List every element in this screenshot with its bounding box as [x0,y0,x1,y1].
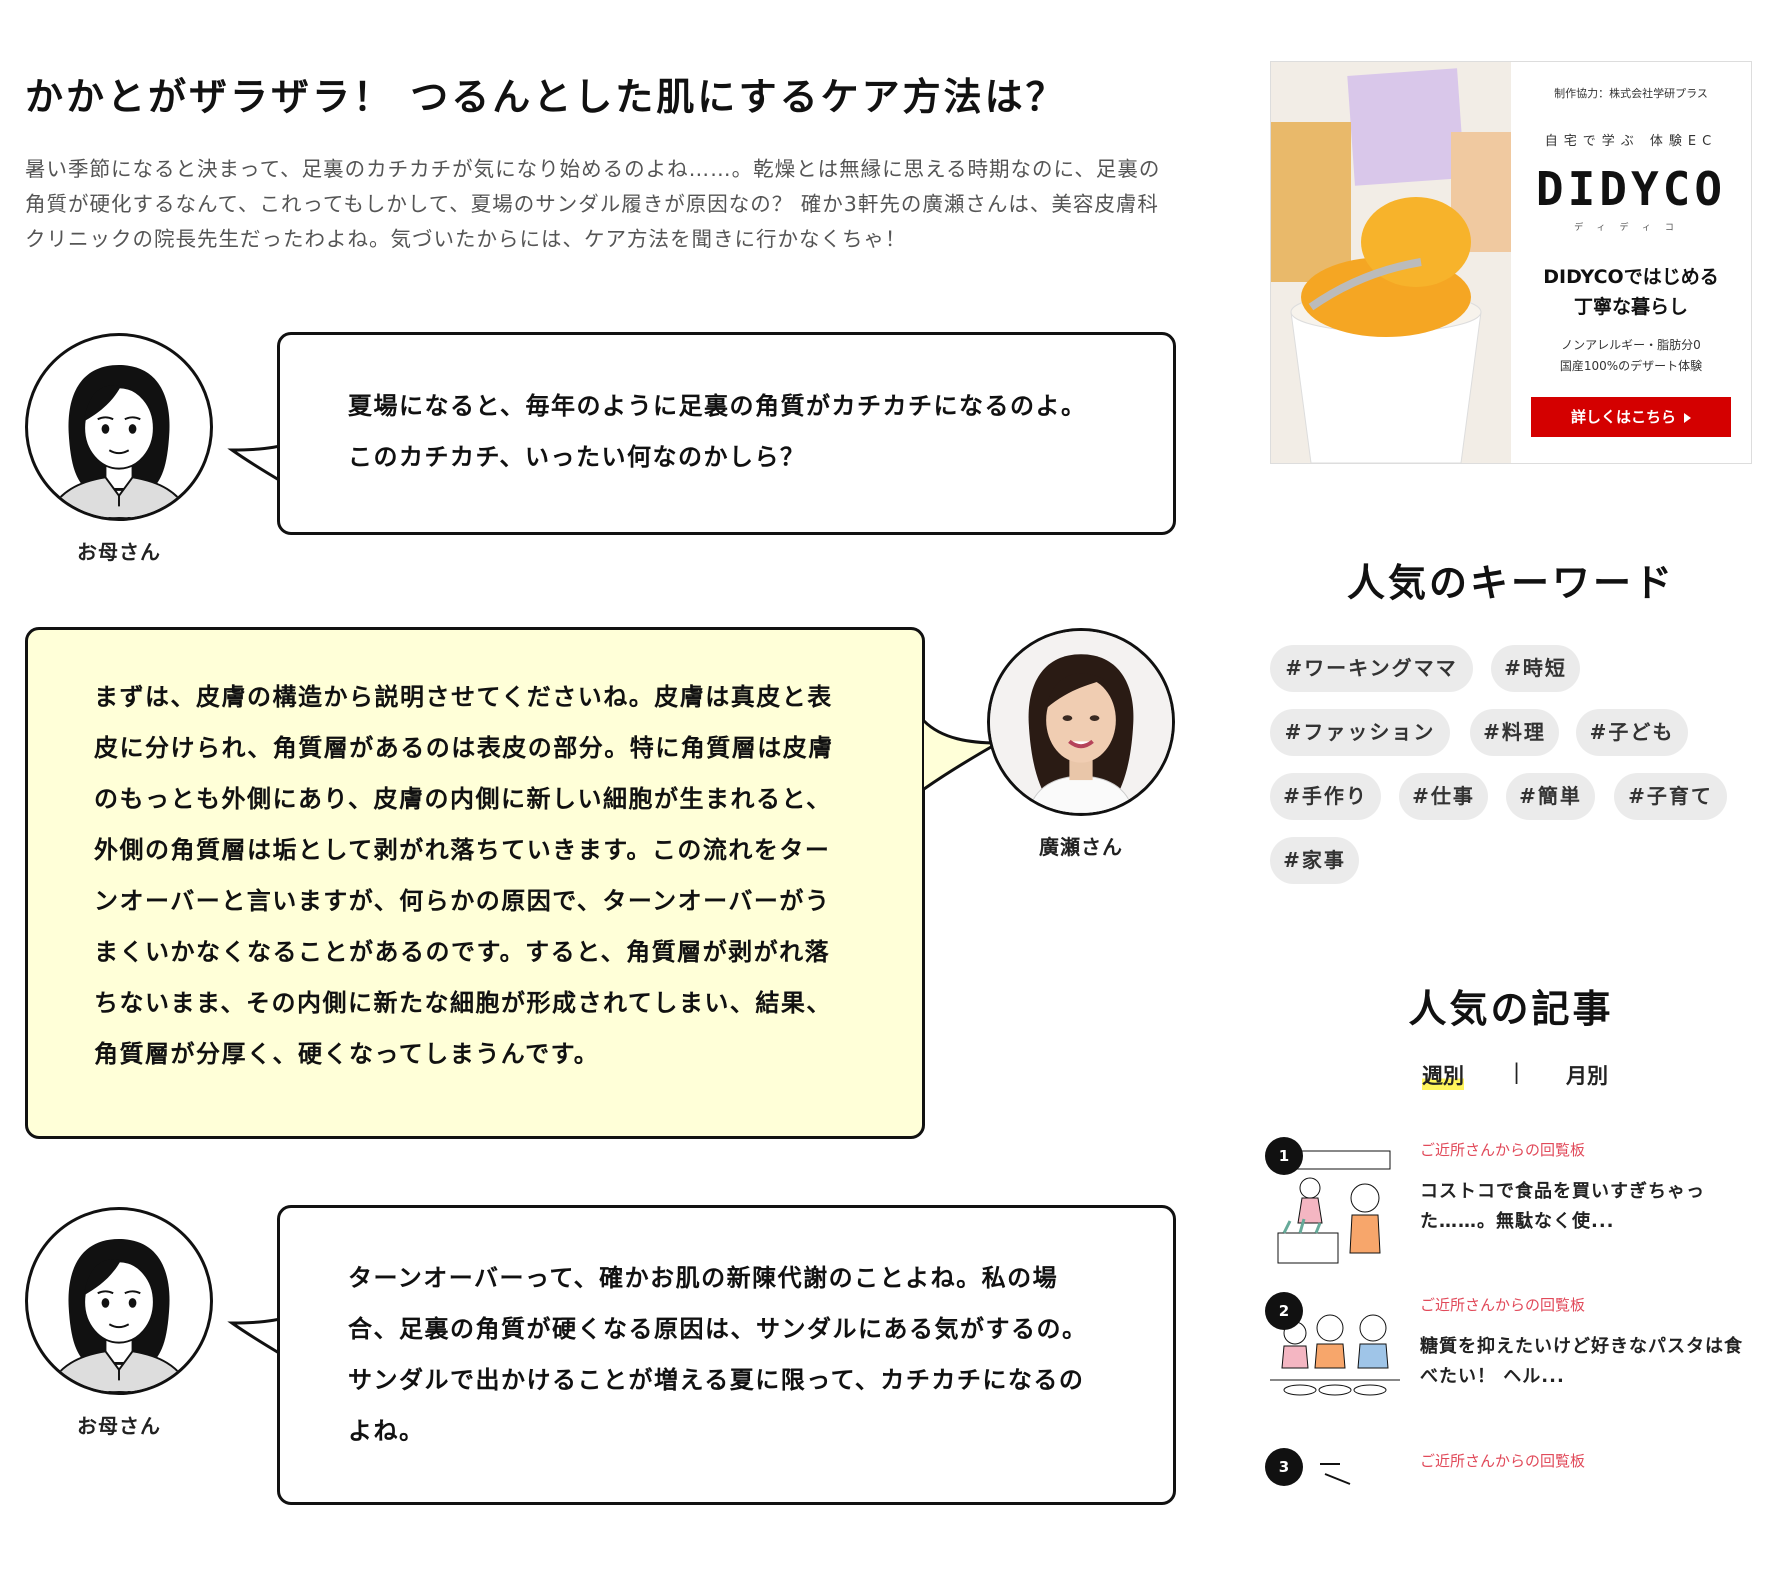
tab-separator: | [1513,1060,1521,1084]
article-category: ご近所さんからの回覧板 [1420,1141,1586,1159]
hirose-photo-icon [990,631,1172,813]
article-title-link[interactable]: コストコで食品を買いすぎちゃった……。無駄なく使... [1420,1177,1750,1237]
article-title-link[interactable]: 糖質を抑えたいけど好きなパスタは食べたい！ ヘル... [1420,1332,1750,1392]
keyword-tag[interactable]: #手作り [1270,773,1381,820]
play-arrow-icon [1684,412,1691,423]
speech-bubble: 夏場になると、毎年のように足裏の角質がカチカチになるのよ。 このカチカチ、いった… [277,332,1176,535]
keyword-tag[interactable]: #料理 [1470,709,1559,756]
rank-badge: 3 [1265,1448,1303,1486]
keyword-tag[interactable]: #時短 [1491,645,1580,692]
dialog-line: ちないまま、その内側に新たな細胞が形成されてしまい、結果、 [94,989,832,1017]
ranking-item[interactable]: 3 ご近所さんからの回覧板 [1265,1448,1752,1582]
ad-dessert-photo [1271,62,1511,463]
ranking-tabs: 週別 | 月別 [1270,1060,1752,1100]
dialog-line: 角質層が分厚く、硬くなってしまうんです。 [94,1040,600,1068]
article-category: ご近所さんからの回覧板 [1420,1452,1586,1470]
speaker-name: 廣瀬さん [1039,835,1123,859]
rank-badge: 2 [1265,1292,1303,1330]
keyword-tag[interactable]: #家事 [1270,837,1359,884]
article-category: ご近所さんからの回覧板 [1420,1296,1586,1314]
tab-weekly[interactable]: 週別 [1422,1060,1464,1090]
mother-avatar [25,333,213,521]
dialog-line: 夏場になると、毎年のように足裏の角質がカチカチになるのよ。 [348,392,1087,420]
dialog-line: まくいかなくなることがあるのです。すると、角質層が剥がれ落 [94,938,831,966]
keyword-tag[interactable]: #ワーキングママ [1270,645,1473,692]
ranking-item[interactable]: 1 ご近所さんからの回覧板 コストコで食品を買いすぎちゃった……。無駄なく使..… [1265,1137,1752,1283]
ad-description: ノンアレルギー・脂肪分0 国産100%のデザート体験 [1559,338,1703,373]
keywords-title: 人気のキーワード [1346,561,1675,605]
ad-headline: DIDYCOではじめる 丁寧な暮らし [1543,266,1719,318]
ranking-item[interactable]: 2 ご近所さんからの回覧板 糖質を抑えたいけど好きなパスタは食べたい！ ヘル..… [1265,1292,1752,1438]
ad-details-button[interactable]: 詳しくはこちら [1531,397,1731,437]
ad-logo: DIDYCO [1535,162,1727,216]
dialog-line: ターンオーバーって、確かお肌の新陳代謝のことよね。私の場 [348,1264,1059,1292]
popular-title: 人気の記事 [1408,987,1614,1031]
rank-badge: 1 [1265,1137,1303,1175]
dialog-line: のもっとも外側にあり、皮膚の内側に新しい細胞が生まれると、 [94,785,832,813]
speech-bubble: まずは、皮膚の構造から説明させてくださいね。皮膚は真皮と表 皮に分けられ、角質層… [25,627,925,1139]
ad-banner[interactable]: 制作協力：株式会社学研プラス 自宅で学ぶ 体験EC DIDYCO ディディコ D… [1270,61,1752,464]
dialog-line: サンダルで出かけることが増える夏に限って、カチカチになるの [348,1366,1085,1394]
ad-tagline: 自宅で学ぶ 体験EC [1544,134,1718,149]
speaker-name: お母さん [77,1414,161,1438]
keyword-tag[interactable]: #子ども [1576,709,1688,756]
keyword-tag[interactable]: #ファッション [1270,709,1450,756]
ad-credit: 制作協力：株式会社学研プラス [1554,87,1708,100]
dialog-line: まずは、皮膚の構造から説明させてくださいね。皮膚は真皮と表 [94,683,833,711]
dialog-line: このカチカチ、いったい何なのかしら？ [348,443,806,471]
dialog-line: ンオーバーと言いますが、何らかの原因で、ターンオーバーがう [94,887,831,915]
speech-bubble: ターンオーバーって、確かお肌の新陳代謝のことよね。私の場 合、足裏の角質が硬くな… [277,1205,1176,1505]
mother-illustration-icon [46,1239,192,1392]
keyword-tag[interactable]: #簡単 [1506,773,1595,820]
dialog-line: よね。 [348,1417,425,1445]
ad-logo-reading: ディディコ [1574,223,1688,233]
dialog-line: 皮に分けられ、角質層があるのは表皮の部分。特に角質層は皮膚 [94,734,834,762]
hirose-avatar [987,628,1175,816]
speaker-name: お母さん [77,540,161,564]
mother-illustration-icon [46,365,192,518]
mother-avatar [25,1207,213,1395]
tab-monthly[interactable]: 月別 [1566,1060,1608,1090]
dialog-line: 外側の角質層は垢として剥がれ落ちていきます。この流れをター [94,836,831,864]
article-intro: 暑い季節になると決まって、足裏のカチカチが気になり始めるのよね……。乾燥とは無縁… [25,157,1161,251]
dialog-line: 合、足裏の角質が硬くなる原因は、サンダルにある気がするの。 [348,1315,1088,1343]
article-title: かかとがザラザラ！ つるんとした肌にするケア方法は？ [25,75,1067,119]
keyword-tag[interactable]: #仕事 [1399,773,1488,820]
keyword-tag[interactable]: #子育て [1614,773,1727,820]
